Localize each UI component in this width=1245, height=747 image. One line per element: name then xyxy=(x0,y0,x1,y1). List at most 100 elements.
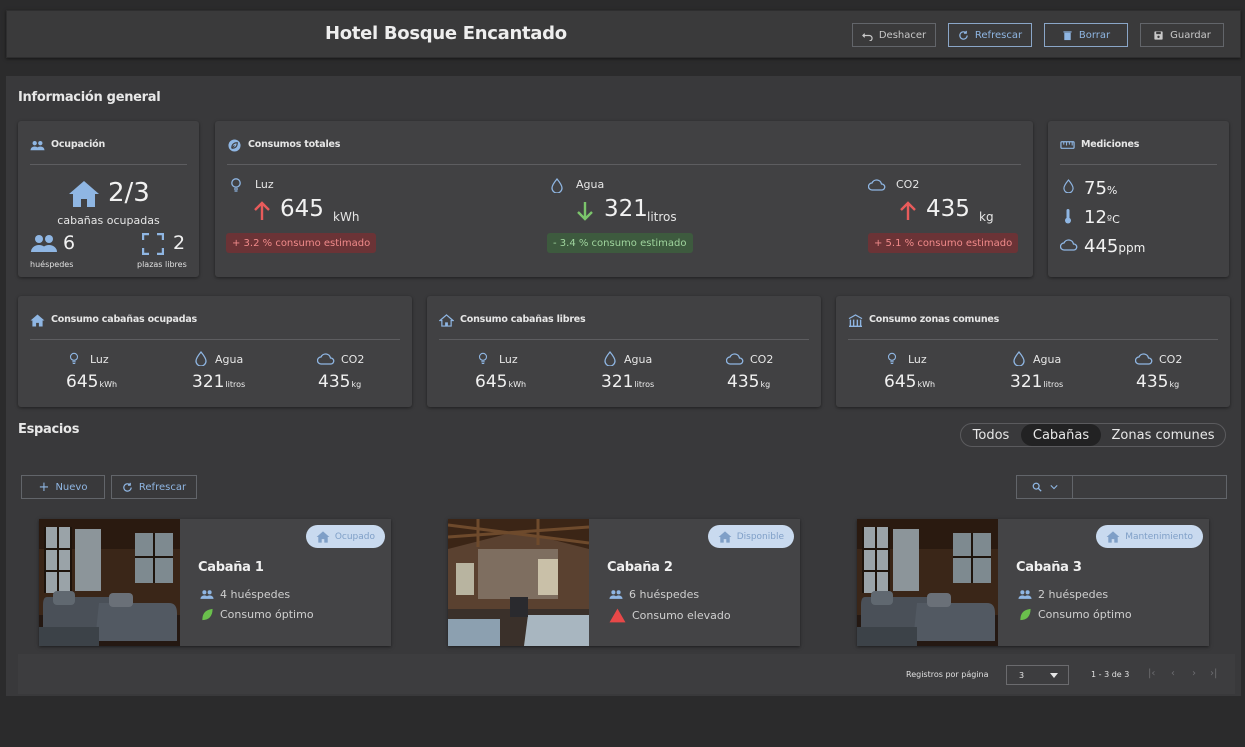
group-water-value: 321litros xyxy=(1010,372,1063,392)
group-light-value: 645kWh xyxy=(66,372,117,392)
refresh-button[interactable]: Refrescar xyxy=(948,23,1032,47)
group-water-unit: litros xyxy=(225,380,246,389)
people-icon xyxy=(30,141,45,151)
group-header: Consumo cabañas ocupadas xyxy=(30,314,400,340)
group-water-value: 321litros xyxy=(192,372,245,392)
drop-icon xyxy=(604,351,616,366)
guests-value: 6 xyxy=(63,232,76,254)
first-page-icon[interactable]: |‹ xyxy=(1148,668,1155,679)
group-light-label: Luz xyxy=(499,353,518,366)
measurements-card: Mediciones 75% 12ºC 445ppm xyxy=(1048,121,1229,277)
status-badge: Ocupado xyxy=(305,525,385,548)
totals-co2-unit: kg xyxy=(979,210,994,224)
consumption-text: Consumo elevado xyxy=(632,609,731,622)
group-co2-number: 435 xyxy=(318,372,351,392)
totals-light-delta: + 3.2 % consumo estimado xyxy=(226,233,377,253)
group-co2-label: CO2 xyxy=(341,353,365,366)
home-icon xyxy=(1106,530,1120,543)
leaf-icon xyxy=(1020,608,1031,621)
group-header: Consumo zonas comunes xyxy=(848,314,1218,340)
air-co2-value: 445ppm xyxy=(1084,236,1145,257)
bulb-icon xyxy=(231,178,241,192)
building-icon xyxy=(848,314,863,327)
guests-label: huéspedes xyxy=(30,260,74,269)
free-cabins-consumption-card: Consumo cabañas libres Luz 645kWh Agua 3… xyxy=(427,296,821,407)
group-light-unit: kWh xyxy=(917,380,936,389)
space-consumption: Consumo óptimo xyxy=(200,608,314,621)
search-box xyxy=(1016,475,1227,499)
humidity-icon xyxy=(1063,179,1074,193)
space-card[interactable]: Ocupado Cabaña 1 4 huéspedes Consumo ópt… xyxy=(39,519,391,646)
space-card[interactable]: Disponible Cabaña 2 6 huéspedes Consumo … xyxy=(448,519,800,646)
undo-icon xyxy=(861,32,873,41)
humidity-number: 75 xyxy=(1084,178,1107,199)
last-page-icon[interactable]: ›| xyxy=(1210,668,1217,679)
group-light-unit: kWh xyxy=(99,380,118,389)
search-input[interactable] xyxy=(1075,478,1223,496)
status-label: Ocupado xyxy=(334,531,375,542)
undo-button[interactable]: Deshacer xyxy=(852,23,936,47)
filter-cabins[interactable]: Cabañas xyxy=(1021,424,1101,446)
filter-all[interactable]: Todos xyxy=(961,424,1021,446)
total-consumption-header: Consumos totales xyxy=(227,139,1021,165)
group-title: Consumo cabañas libres xyxy=(460,314,586,325)
home-outline-icon xyxy=(439,314,454,327)
leaf-icon xyxy=(202,608,213,621)
group-water-number: 321 xyxy=(1010,372,1043,392)
next-page-icon[interactable]: › xyxy=(1192,668,1196,679)
totals-light-unit: kWh xyxy=(333,210,360,224)
spaces-filter-toggle: Todos Cabañas Zonas comunes xyxy=(960,423,1226,447)
refresh-spaces-button[interactable]: Refrescar xyxy=(111,475,197,499)
group-light-value: 645kWh xyxy=(884,372,935,392)
measurements-header: Mediciones xyxy=(1060,139,1217,165)
group-water-value: 321litros xyxy=(601,372,654,392)
bulb-icon xyxy=(478,352,488,365)
space-name: Cabaña 1 xyxy=(198,560,264,575)
total-consumption-card: Consumos totales Luz 645 kWh + 3.2 % con… xyxy=(215,121,1033,277)
totals-light-value: 645 xyxy=(280,196,324,222)
cloud-icon xyxy=(726,353,744,365)
free-places-value: 2 xyxy=(173,232,186,254)
occupancy-card: Ocupación 2/3 cabañas ocupadas 6 huésped… xyxy=(18,121,199,277)
new-space-label: Nuevo xyxy=(55,481,88,493)
arrow-down-icon xyxy=(577,202,593,221)
occupied-cabins-value: 2/3 xyxy=(108,178,150,208)
consumption-text: Consumo óptimo xyxy=(1038,608,1132,621)
drop-icon xyxy=(1013,351,1025,366)
people-icon xyxy=(200,590,214,599)
rows-per-page-value: 3 xyxy=(1019,670,1025,680)
totals-co2-delta: + 5.1 % consumo estimado xyxy=(868,233,1019,253)
totals-water-value: 321 xyxy=(604,196,648,222)
group-title: Consumo cabañas ocupadas xyxy=(51,314,197,325)
cabin-photo xyxy=(857,519,998,646)
people-icon xyxy=(609,590,623,599)
new-space-button[interactable]: + Nuevo xyxy=(21,475,105,499)
totals-water-unit: litros xyxy=(647,210,677,224)
cloud-icon xyxy=(1060,239,1078,251)
bulb-icon xyxy=(69,352,79,365)
arrow-up-icon xyxy=(900,201,916,220)
free-places-icon xyxy=(142,233,164,255)
thermometer-icon xyxy=(1065,209,1071,224)
totals-water-label: Agua xyxy=(576,178,605,191)
save-button[interactable]: Guardar xyxy=(1140,23,1224,47)
prev-page-icon[interactable]: ‹ xyxy=(1171,668,1175,679)
delete-button[interactable]: Borrar xyxy=(1044,23,1128,47)
group-light-number: 645 xyxy=(475,372,508,392)
drop-icon xyxy=(195,351,207,366)
rows-per-page-select[interactable]: 3 xyxy=(1006,665,1069,685)
general-info-title: Información general xyxy=(18,90,161,105)
group-co2-unit: kg xyxy=(760,380,771,389)
free-places-label: plazas libres xyxy=(137,260,187,269)
group-light-number: 645 xyxy=(66,372,99,392)
space-name: Cabaña 2 xyxy=(607,560,673,575)
common-areas-consumption-card: Consumo zonas comunes Luz 645kWh Agua 32… xyxy=(836,296,1230,407)
space-card[interactable]: Mantenimiento Cabaña 3 2 huéspedes Consu… xyxy=(857,519,1209,646)
save-icon xyxy=(1154,30,1163,40)
consumption-text: Consumo óptimo xyxy=(220,608,314,621)
group-co2-value: 435kg xyxy=(1136,372,1179,392)
search-field-selector[interactable] xyxy=(1017,476,1073,498)
cabin-photo xyxy=(39,519,180,646)
filter-common-areas[interactable]: Zonas comunes xyxy=(1101,424,1225,446)
space-consumption: Consumo óptimo xyxy=(1018,608,1132,621)
